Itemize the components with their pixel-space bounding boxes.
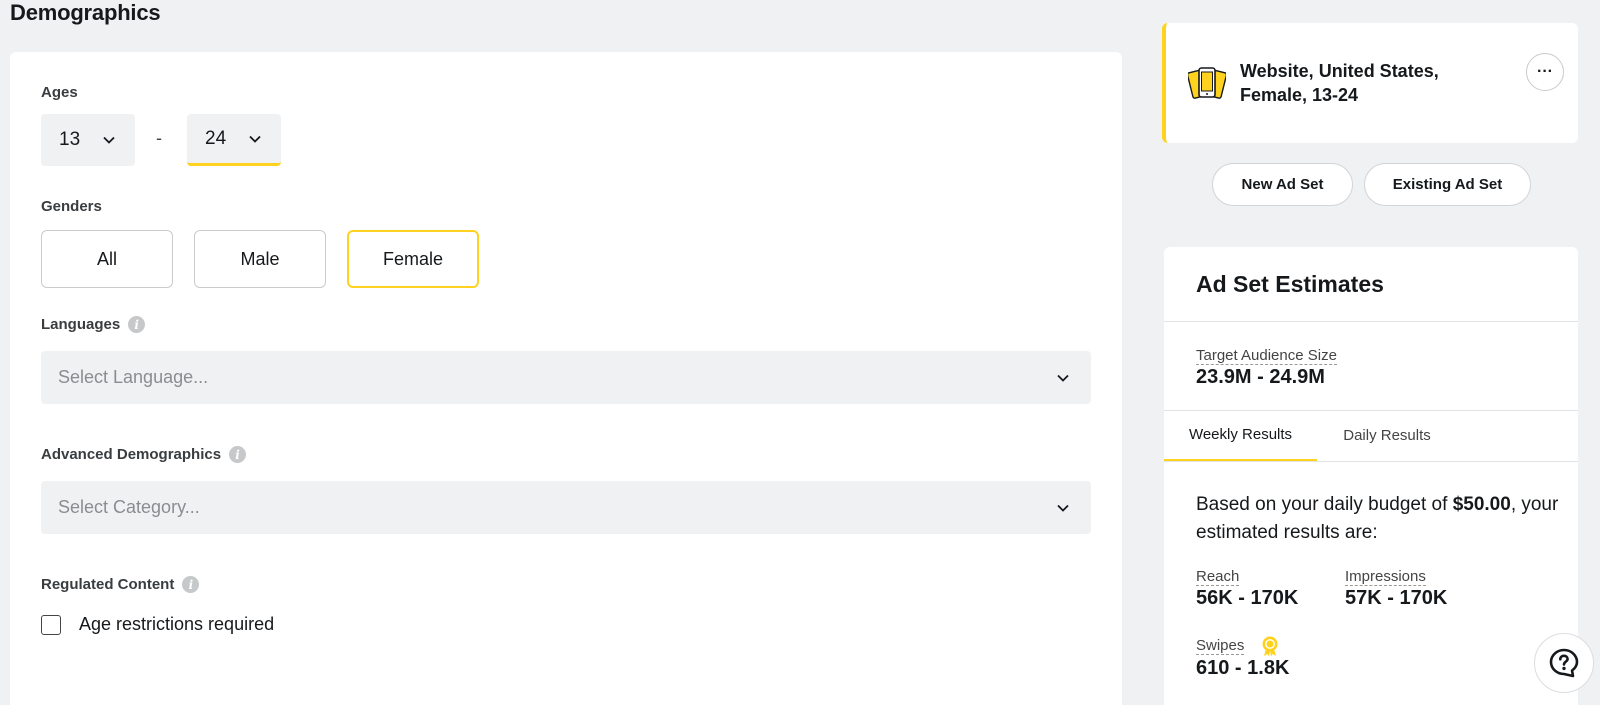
gender-all-button[interactable]: All — [41, 230, 173, 288]
new-ad-set-button[interactable]: New Ad Set — [1212, 163, 1353, 206]
target-audience-value: 23.9M - 24.9M — [1196, 366, 1325, 388]
reach-label[interactable]: Reach — [1196, 568, 1240, 586]
chevron-down-icon — [1057, 504, 1069, 512]
language-placeholder: Select Language... — [58, 367, 209, 387]
audience-line-1: Website, United States, — [1240, 61, 1439, 81]
impressions-value: 57K - 170K — [1345, 587, 1448, 609]
budget-amount: $50.00 — [1452, 494, 1511, 515]
existing-ad-set-button[interactable]: Existing Ad Set — [1364, 163, 1531, 206]
age-min-value: 13 — [59, 129, 81, 150]
info-icon[interactable]: i — [128, 316, 146, 333]
gender-male-button[interactable]: Male — [194, 230, 326, 288]
genders-label-text: Genders — [41, 198, 102, 215]
impressions-label[interactable]: Impressions — [1345, 568, 1426, 586]
help-button[interactable] — [1534, 633, 1594, 693]
age-min-select[interactable]: 13 — [41, 114, 135, 166]
info-icon[interactable]: i — [182, 576, 200, 593]
audience-line-2: Female, 13-24 — [1240, 85, 1359, 105]
advanced-demographics-label-text: Advanced Demographics — [41, 446, 222, 463]
ages-label: Ages — [41, 84, 78, 101]
age-restrictions-row[interactable]: Age restrictions required — [41, 614, 274, 635]
language-select[interactable]: Select Language... — [41, 351, 1091, 404]
more-options-button[interactable]: ··· — [1526, 53, 1564, 91]
languages-label-text: Languages — [41, 316, 121, 333]
languages-label: Languages i — [41, 316, 146, 333]
advanced-demographics-label: Advanced Demographics i — [41, 446, 247, 463]
chevron-down-icon — [1057, 374, 1069, 382]
age-max-value: 24 — [205, 127, 227, 149]
phone-cards-icon — [1188, 67, 1226, 99]
info-icon[interactable]: i — [229, 446, 247, 463]
target-audience-label[interactable]: Target Audience Size — [1196, 347, 1337, 365]
reach-value: 56K - 170K — [1196, 587, 1299, 609]
chevron-down-icon — [103, 136, 115, 144]
award-badge-icon — [1262, 636, 1278, 657]
swipes-label[interactable]: Swipes — [1196, 637, 1245, 655]
category-placeholder: Select Category... — [58, 497, 200, 517]
ad-set-estimates-card: Ad Set Estimates Target Audience Size 23… — [1164, 247, 1578, 705]
help-chat-icon — [1549, 648, 1579, 678]
estimates-title: Ad Set Estimates — [1196, 271, 1384, 297]
regulated-content-label: Regulated Content i — [41, 576, 200, 593]
age-separator: - — [156, 128, 162, 148]
audience-summary-card: Website, United States, Female, 13-24 ··… — [1162, 23, 1578, 143]
budget-prefix: Based on your daily budget of — [1196, 494, 1453, 515]
gender-female-button[interactable]: Female — [347, 230, 479, 288]
genders-label: Genders — [41, 198, 102, 215]
category-select[interactable]: Select Category... — [41, 481, 1091, 534]
budget-summary: Based on your daily budget of $50.00, yo… — [1196, 491, 1566, 547]
page-title: Demographics — [10, 0, 161, 25]
tab-daily-results[interactable]: Daily Results — [1317, 409, 1457, 462]
divider — [1164, 461, 1578, 462]
demographics-card: Ages 13 - 24 Genders All Male Female Lan… — [10, 52, 1122, 705]
regulated-content-label-text: Regulated Content — [41, 576, 175, 593]
age-max-select[interactable]: 24 — [187, 114, 281, 166]
tab-weekly-results[interactable]: Weekly Results — [1164, 409, 1317, 462]
chevron-down-icon — [249, 135, 261, 143]
swipes-value: 610 - 1.8K — [1196, 657, 1290, 679]
audience-summary-text: Website, United States, Female, 13-24 — [1240, 59, 1500, 107]
age-restrictions-label: Age restrictions required — [79, 614, 275, 634]
ages-label-text: Ages — [41, 84, 78, 101]
divider — [1164, 321, 1578, 322]
age-restrictions-checkbox[interactable] — [41, 614, 61, 635]
